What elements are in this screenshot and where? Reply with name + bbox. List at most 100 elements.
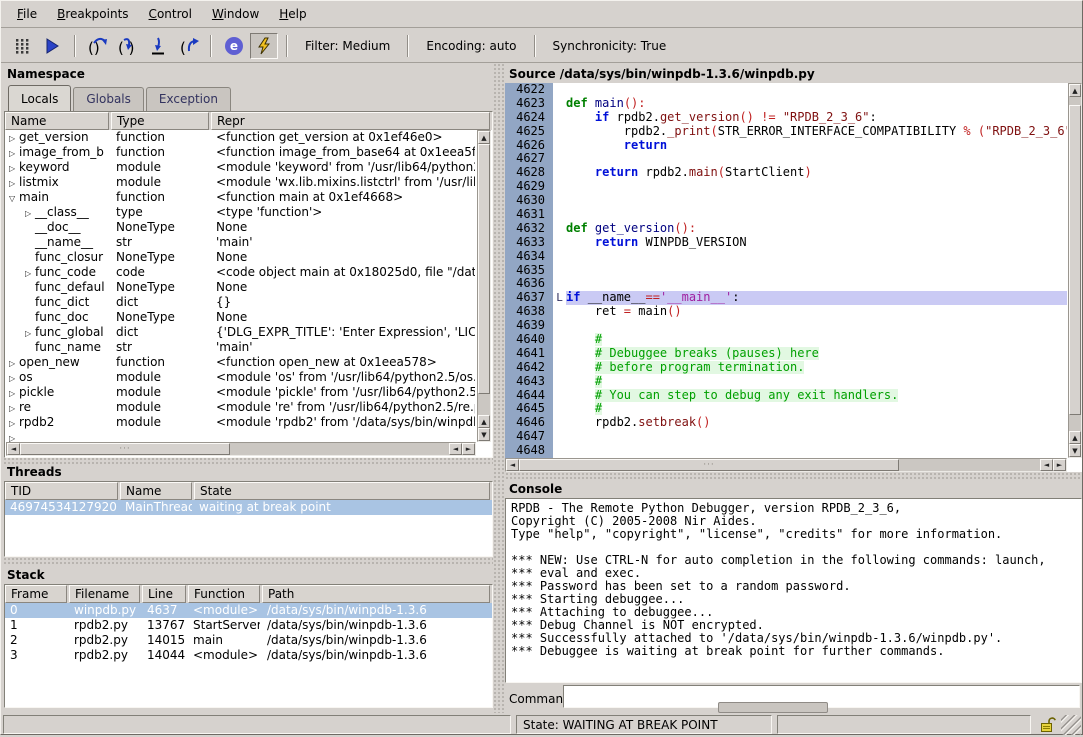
column-header-function[interactable]: Function <box>188 585 260 603</box>
scroll-up-icon[interactable]: ▲ <box>1069 431 1081 444</box>
namespace-row[interactable]: ▷picklemodule<module 'pickle' from '/usr… <box>5 385 477 400</box>
namespace-row[interactable]: ▷image_from_bfunction<function image_fro… <box>5 145 477 160</box>
line-number[interactable]: 4622 <box>505 83 553 97</box>
namespace-row[interactable]: func_closurNoneTypeNone <box>5 250 477 265</box>
breakpoint-margin[interactable] <box>553 125 566 139</box>
line-number[interactable]: 4646 <box>505 416 553 430</box>
menu-item-breakpoints[interactable]: Breakpoints <box>47 4 138 24</box>
breakpoint-margin[interactable] <box>553 152 566 166</box>
line-number[interactable]: 4636 <box>505 277 553 291</box>
line-number[interactable]: 4643 <box>505 375 553 389</box>
line-number[interactable]: 4640 <box>505 333 553 347</box>
namespace-row[interactable]: ▷open_newfunction<function open_new at 0… <box>5 355 477 370</box>
column-header-tid[interactable]: TID <box>5 482 118 500</box>
namespace-row[interactable]: ▷listmixmodule<module 'wx.lib.mixins.lis… <box>5 175 477 190</box>
line-number[interactable]: 4623 <box>505 97 553 111</box>
break-button[interactable] <box>8 33 36 59</box>
column-header-filename[interactable]: Filename <box>69 585 140 603</box>
synchronicity-toggle-button[interactable] <box>250 33 278 59</box>
breakpoint-margin[interactable] <box>553 97 566 111</box>
expand-icon[interactable]: ▷ <box>25 266 35 280</box>
namespace-row[interactable]: func_docNoneTypeNone <box>5 310 477 325</box>
namespace-row[interactable]: ▷__class__type<type 'function'> <box>5 205 477 220</box>
stack-frame-row[interactable]: 1rpdb2.py13767StartServer/data/sys/bin/w… <box>5 618 492 633</box>
line-number[interactable]: 4644 <box>505 389 553 403</box>
line-number[interactable]: 4642 <box>505 361 553 375</box>
breakpoint-margin[interactable] <box>553 333 566 347</box>
menu-item-window[interactable]: Window <box>202 4 269 24</box>
expand-icon[interactable]: ▷ <box>25 326 35 340</box>
expand-icon[interactable]: ▷ <box>9 131 19 145</box>
scroll-left-icon[interactable]: ◄ <box>1040 459 1053 471</box>
namespace-row[interactable]: __name__str'main' <box>5 235 477 250</box>
breakpoint-margin[interactable] <box>553 430 566 444</box>
line-number[interactable]: 4624 <box>505 111 553 125</box>
breakpoint-margin[interactable] <box>553 277 566 291</box>
namespace-row[interactable]: func_defaulNoneTypeNone <box>5 280 477 295</box>
menu-item-help[interactable]: Help <box>269 4 316 24</box>
breakpoint-margin[interactable] <box>553 166 566 180</box>
namespace-row[interactable]: ▷osmodule<module 'os' from '/usr/lib64/p… <box>5 370 477 385</box>
source-vscrollbar[interactable]: ▲ ▲ ▼ <box>1068 83 1082 458</box>
namespace-vscrollbar[interactable]: ▲ ▲ ▼ <box>477 130 491 442</box>
column-header-line[interactable]: Line <box>142 585 186 603</box>
resize-grip[interactable] <box>1061 715 1081 735</box>
line-number[interactable]: 4628 <box>505 166 553 180</box>
namespace-row[interactable]: ▷get_versionfunction<function get_versio… <box>5 130 477 145</box>
expand-icon[interactable]: ▷ <box>25 206 35 220</box>
namespace-row[interactable]: ▷rpdb2module<module 'rpdb2' from '/data/… <box>5 415 477 430</box>
breakpoint-margin[interactable] <box>553 264 566 278</box>
expand-icon[interactable]: ▷ <box>9 356 19 370</box>
column-header-name[interactable]: Name <box>5 112 109 130</box>
breakpoint-margin[interactable] <box>553 180 566 194</box>
namespace-row[interactable]: ▽mainfunction<function main at 0x1ef4668… <box>5 190 477 205</box>
expand-icon[interactable]: ▷ <box>9 146 19 160</box>
tab-locals[interactable]: Locals <box>8 85 71 111</box>
expand-icon[interactable]: ▷ <box>9 386 19 400</box>
breakpoint-margin[interactable] <box>553 319 566 333</box>
breakpoint-margin[interactable] <box>553 361 566 375</box>
go-button[interactable] <box>38 33 66 59</box>
scroll-left-icon[interactable]: ◄ <box>506 459 519 471</box>
line-number[interactable]: 4645 <box>505 402 553 416</box>
expand-icon[interactable]: ▷ <box>9 371 19 385</box>
scrollbar-thumb[interactable]: ··· <box>20 443 230 455</box>
breakpoint-margin[interactable] <box>553 194 566 208</box>
scroll-up-icon[interactable]: ▲ <box>478 131 490 144</box>
scroll-down-icon[interactable]: ▼ <box>1069 444 1081 457</box>
namespace-row[interactable]: func_namestr'main' <box>5 340 477 355</box>
breakpoint-margin[interactable] <box>553 402 566 416</box>
line-number[interactable]: 4647 <box>505 430 553 444</box>
scrollbar-thumb[interactable] <box>1069 105 1081 415</box>
stack-frame-row[interactable]: 3rpdb2.py14044<module>/data/sys/bin/winp… <box>5 648 492 663</box>
line-number[interactable]: 4630 <box>505 194 553 208</box>
sash-grip[interactable] <box>718 702 828 713</box>
line-number[interactable]: 4632 <box>505 222 553 236</box>
thread-row[interactable]: 46974534127920MainThreadwaiting at break… <box>5 500 492 515</box>
namespace-row[interactable]: ▷func_codecode<code object main at 0x180… <box>5 265 477 280</box>
line-number[interactable]: 4635 <box>505 264 553 278</box>
threads-stack-splitter[interactable] <box>3 557 493 566</box>
column-header-path[interactable]: Path <box>262 585 490 603</box>
scroll-up-icon[interactable]: ▲ <box>478 415 490 428</box>
collapse-icon[interactable]: ▽ <box>9 191 19 205</box>
column-header-frame[interactable]: Frame <box>5 585 67 603</box>
line-number[interactable]: 4631 <box>505 208 553 222</box>
line-number[interactable]: 4634 <box>505 250 553 264</box>
expand-icon[interactable]: ▷ <box>9 401 19 415</box>
step-into-button[interactable]: ( ) <box>114 33 142 59</box>
namespace-row[interactable]: func_dictdict{} <box>5 295 477 310</box>
scroll-right-icon[interactable]: ► <box>462 443 475 455</box>
namespace-row[interactable]: ▷func_globaldict{'DLG_EXPR_TITLE': 'Ente… <box>5 325 477 340</box>
breakpoint-margin[interactable] <box>553 222 566 236</box>
scrollbar-thumb[interactable] <box>478 144 490 394</box>
breakpoint-margin[interactable] <box>553 375 566 389</box>
line-number[interactable]: 4626 <box>505 139 553 153</box>
expand-icon[interactable]: ▷ <box>9 161 19 175</box>
line-number[interactable]: 4633 <box>505 236 553 250</box>
stack-frame-row[interactable]: 0winpdb.py4637<module>/data/sys/bin/winp… <box>5 603 492 618</box>
scroll-down-icon[interactable]: ▼ <box>478 428 490 441</box>
breakpoint-margin[interactable] <box>553 416 566 430</box>
column-header-name[interactable]: Name <box>120 482 192 500</box>
breakpoint-margin[interactable] <box>553 236 566 250</box>
